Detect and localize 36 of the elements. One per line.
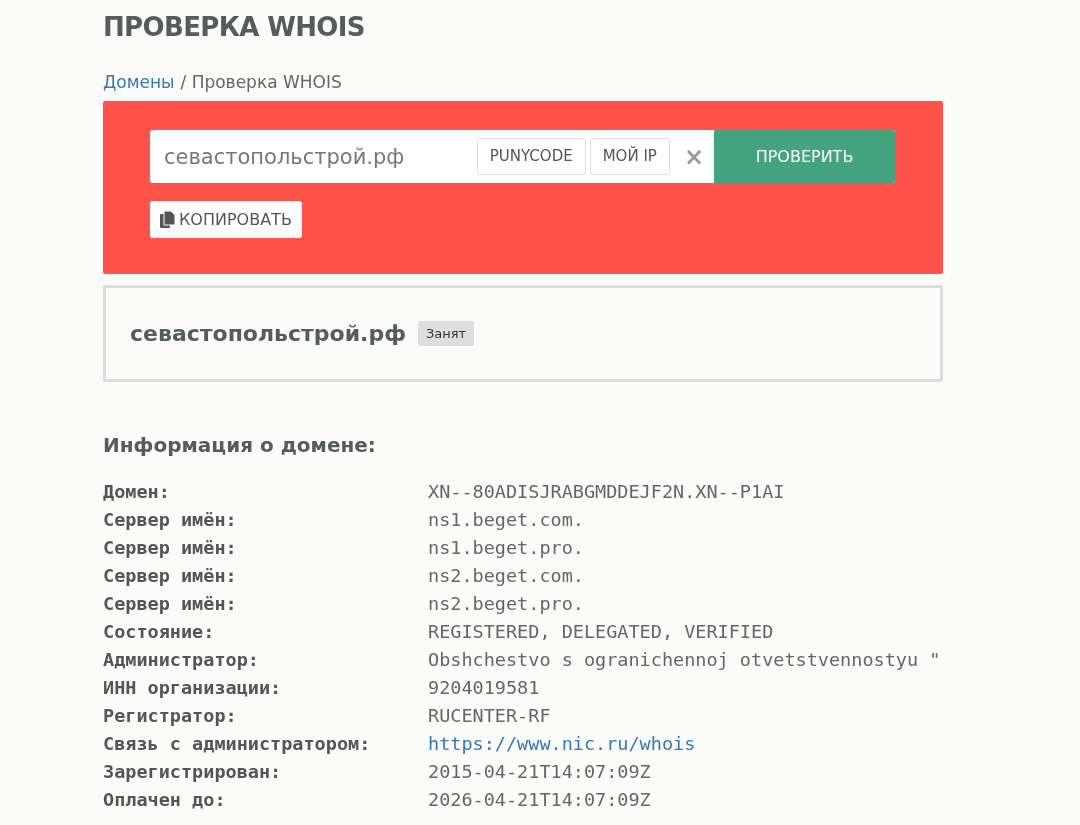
breadcrumb-link[interactable]: Домены <box>103 70 175 94</box>
section-heading: Информация о домене: <box>103 432 376 459</box>
field-label: Администратор: <box>103 648 260 672</box>
field-link[interactable]: https://www.nic.ru/whois <box>428 730 696 758</box>
copy-button[interactable]: КОПИРОВАТЬ <box>150 201 302 238</box>
field-label: Состояние: <box>103 620 216 644</box>
field-value: Obshchestvo s ogranichennoj otvetstvennostyu " <box>428 648 941 672</box>
field-value: ns2.beget.com. <box>428 564 584 588</box>
field-label: ИНН организации: <box>103 676 283 700</box>
check-button[interactable]: ПРОВЕРИТЬ <box>714 130 895 183</box>
result-domain: севастопольстрой.рф <box>130 320 406 348</box>
field-value: ns1.beget.pro. <box>428 536 584 560</box>
option-button[interactable]: PUNYCODE <box>476 138 586 175</box>
field-value: ns2.beget.pro. <box>428 592 584 616</box>
breadcrumb-current: / Проверка WHOIS <box>180 71 342 94</box>
field-value: 2026-04-21T14:07:09Z <box>428 788 651 812</box>
copy-icon <box>160 211 175 228</box>
field-label: Зарегистрирован: <box>103 760 283 784</box>
option-button[interactable]: МОЙ IP <box>589 138 670 175</box>
field-value: XN--80ADISJRABGMDDEJF2N.XN--P1AI <box>428 480 785 504</box>
field-label: Сервер имён: <box>103 536 238 560</box>
field-label: Домен: <box>103 480 171 504</box>
page-title: ПРОВЕРКА WHOIS <box>103 11 365 44</box>
field-label: Сервер имён: <box>103 592 238 616</box>
status-badge: Занят <box>418 320 475 347</box>
field-label: Сервер имён: <box>103 564 238 588</box>
field-value: REGISTERED, DELEGATED, VERIFIED <box>428 620 774 644</box>
field-label: Оплачен до: <box>103 788 227 812</box>
field-value: RUCENTER-RF <box>428 704 551 728</box>
field-label: Регистратор: <box>103 704 238 728</box>
field-label: Сервер имён: <box>103 508 238 532</box>
field-value: ns1.beget.com. <box>428 508 584 532</box>
field-value: 9204019581 <box>428 676 540 700</box>
field-label: Связь с администратором: <box>103 732 372 756</box>
field-value: 2015-04-21T14:07:09Z <box>428 760 651 784</box>
clear-button[interactable]: × <box>673 144 714 169</box>
